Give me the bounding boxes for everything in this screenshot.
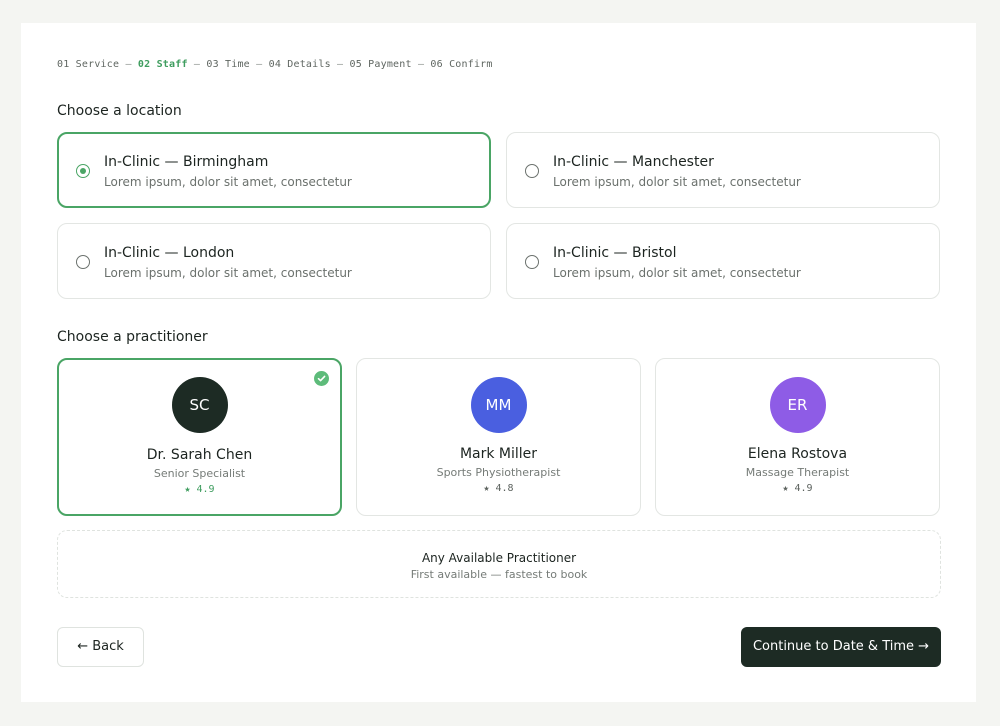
practitioner-name: Mark Miller [459, 446, 538, 462]
practitioner-role: Senior Specialist [153, 467, 246, 480]
practitioner-card-sarah-chen[interactable]: SC Dr. Sarah Chen Senior Specialist ★ 4.… [57, 358, 342, 516]
avatar: MM [470, 377, 527, 433]
step-confirm[interactable]: 06 Confirm [430, 59, 492, 70]
location-option-manchester[interactable]: In-Clinic — Manchester Lorem ipsum, dolo… [506, 132, 940, 208]
location-title: In-Clinic — Bristol [553, 245, 677, 261]
radio-unchecked-icon[interactable] [76, 255, 90, 269]
location-title: In-Clinic — Manchester [553, 154, 714, 170]
step-separator: — [417, 59, 431, 70]
step-indicator: 01 Service — 02 Staff — 03 Time — 04 Det… [57, 59, 493, 70]
location-description: Lorem ipsum, dolor sit amet, consectetur [553, 266, 801, 280]
location-title: In-Clinic — London [104, 245, 235, 261]
practitioner-rating: ★ 4.9 [184, 484, 215, 495]
any-practitioner-option[interactable]: Any Available Practitioner First availab… [57, 530, 941, 598]
radio-unchecked-icon[interactable] [525, 164, 539, 178]
avatar: SC [171, 377, 228, 433]
location-description: Lorem ipsum, dolor sit amet, consectetur [104, 266, 352, 280]
step-separator: — [193, 59, 207, 70]
step-details[interactable]: 04 Details [269, 59, 331, 70]
practitioner-heading: Choose a practitioner [57, 329, 208, 345]
step-separator: — [337, 59, 350, 70]
location-title: In-Clinic — Birmingham [104, 154, 269, 170]
location-option-london[interactable]: In-Clinic — London Lorem ipsum, dolor si… [57, 223, 491, 299]
radio-unchecked-icon[interactable] [525, 255, 539, 269]
booking-panel: 01 Service — 02 Staff — 03 Time — 04 Det… [21, 23, 976, 702]
location-option-birmingham[interactable]: In-Clinic — Birmingham Lorem ipsum, dolo… [57, 132, 491, 208]
location-heading: Choose a location [57, 103, 182, 119]
practitioner-name: Elena Rostova [747, 446, 848, 462]
location-option-bristol[interactable]: In-Clinic — Bristol Lorem ipsum, dolor s… [506, 223, 940, 299]
radio-checked-icon[interactable] [76, 164, 90, 178]
back-button[interactable]: ← Back [57, 627, 144, 667]
practitioner-card-elena-rostova[interactable]: ER Elena Rostova Massage Therapist ★ 4.9 [655, 358, 940, 516]
step-payment[interactable]: 05 Payment [350, 59, 412, 70]
practitioner-role: Sports Physiotherapist [436, 466, 561, 479]
practitioner-rating: ★ 4.8 [483, 483, 514, 494]
location-description: Lorem ipsum, dolor sit amet, consectetur [104, 175, 352, 189]
step-time[interactable]: 03 Time [206, 59, 250, 70]
location-description: Lorem ipsum, dolor sit amet, consectetur [553, 175, 801, 189]
avatar: ER [769, 377, 826, 433]
practitioner-role: Massage Therapist [745, 466, 850, 479]
any-practitioner-subtitle: First available — fastest to book [410, 568, 588, 581]
any-practitioner-title: Any Available Practitioner [421, 551, 577, 565]
step-separator: — [125, 59, 138, 70]
practitioner-name: Dr. Sarah Chen [146, 447, 253, 463]
step-separator: — [256, 59, 269, 70]
step-service[interactable]: 01 Service [57, 59, 119, 70]
continue-button[interactable]: Continue to Date & Time → [741, 627, 941, 667]
check-circle-icon [314, 371, 329, 386]
practitioner-card-mark-miller[interactable]: MM Mark Miller Sports Physiotherapist ★ … [356, 358, 641, 516]
practitioner-rating: ★ 4.9 [782, 483, 813, 494]
step-staff[interactable]: 02 Staff [138, 59, 188, 70]
